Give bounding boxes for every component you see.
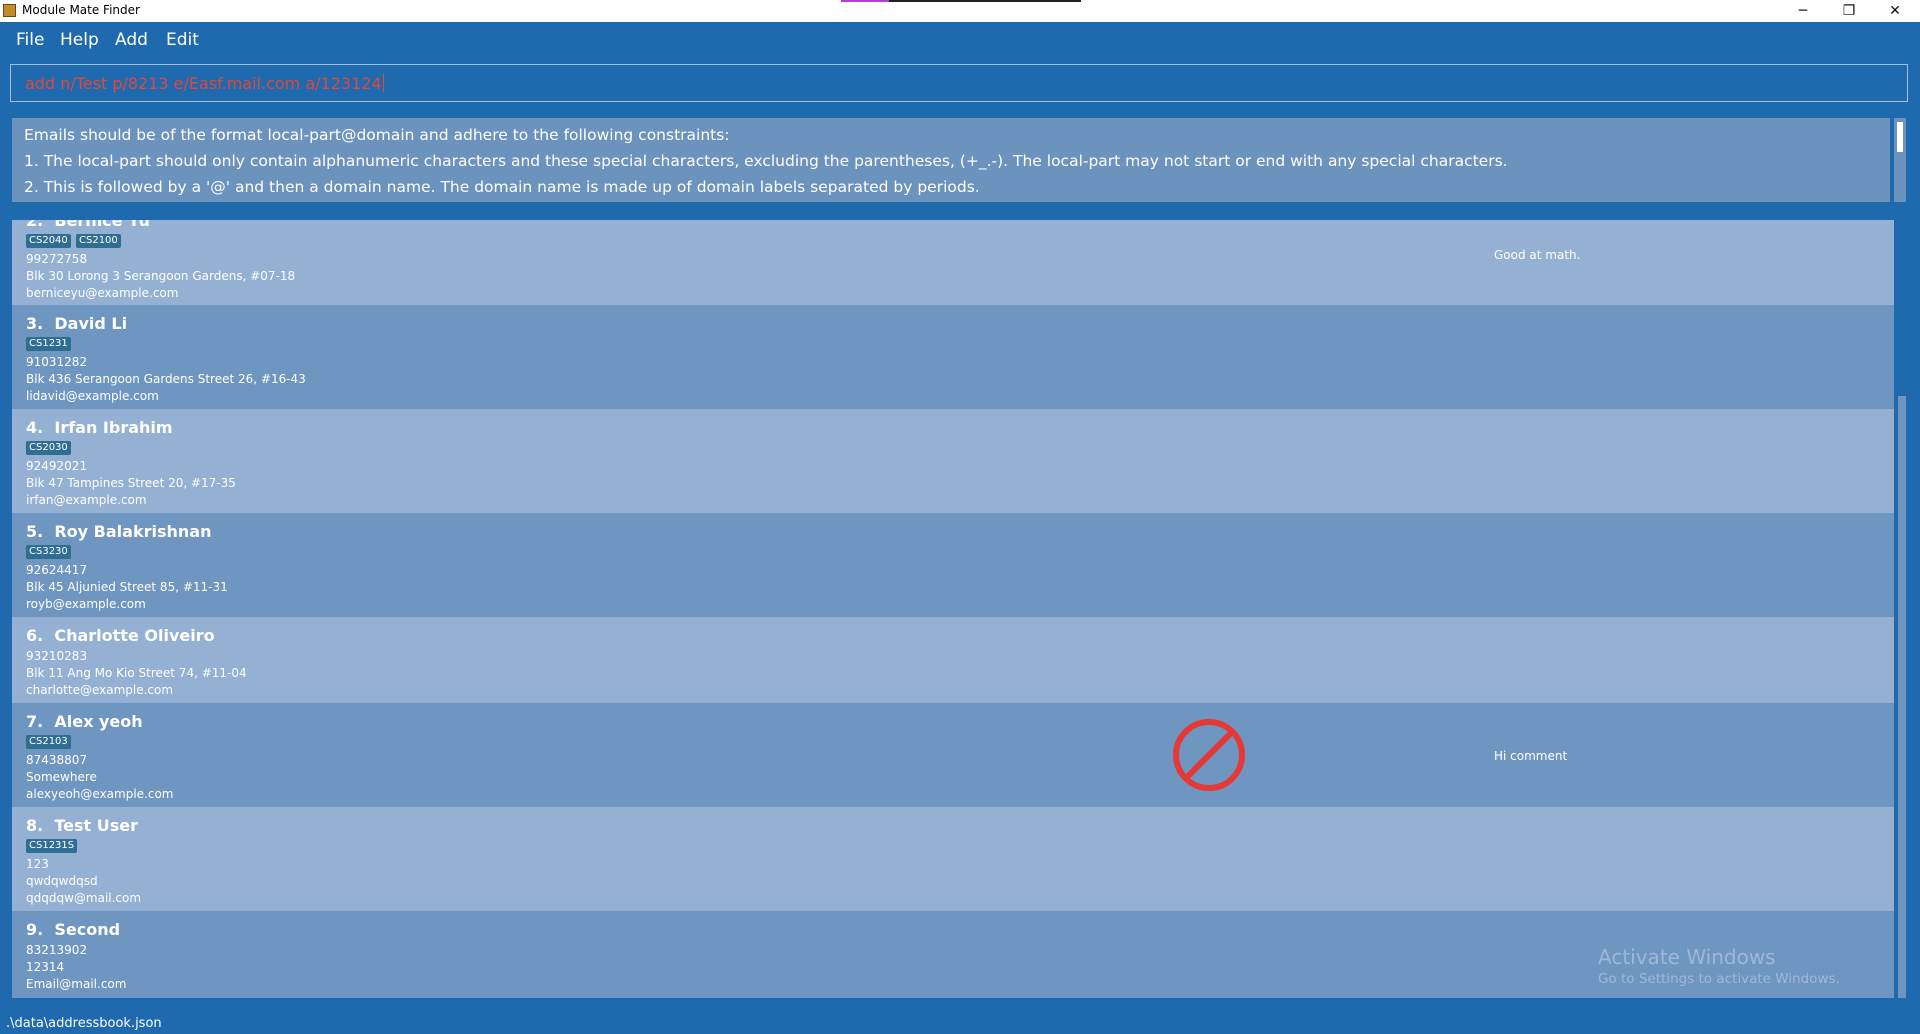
result-line: 1. The local-part should only contain al… xyxy=(24,152,1508,170)
person-phone: 92492021 xyxy=(26,459,88,473)
text-caret xyxy=(382,74,384,92)
module-tag: CS2100 xyxy=(76,234,121,248)
person-name-text: Charlotte Oliveiro xyxy=(54,626,215,645)
person-name: 3. David Li xyxy=(26,314,127,333)
focus-accent xyxy=(841,0,889,2)
person-phone: 87438807 xyxy=(26,753,88,767)
person-name-text: Second xyxy=(54,920,121,939)
person-card[interactable]: 3. David Li CS1231 91031282 Blk 436 Sera… xyxy=(12,305,1894,409)
menu-help[interactable]: Help xyxy=(60,30,99,50)
person-name-text: David Li xyxy=(54,314,128,333)
data-file-path: .\data\addressbook.json xyxy=(6,1016,162,1031)
person-phone: 93210283 xyxy=(26,649,88,663)
person-card[interactable]: 5. Roy Balakrishnan CS3230 92624417 Blk … xyxy=(12,513,1894,617)
command-value: add n/Test p/8213 e/Easf.mail.com a/1231… xyxy=(25,74,382,93)
result-line: 2. This is followed by a '@' and then a … xyxy=(24,178,980,196)
person-address: Blk 436 Serangoon Gardens Street 26, #16… xyxy=(26,372,306,386)
result-line: Emails should be of the format local-par… xyxy=(24,126,730,144)
person-phone: 83213902 xyxy=(26,943,88,957)
result-display: Emails should be of the format local-par… xyxy=(12,118,1890,202)
window-title: Module Mate Finder xyxy=(22,3,140,17)
minimize-button[interactable]: ─ xyxy=(1780,0,1826,22)
command-text: add n/Test p/8213 e/Easf.mail.com a/1231… xyxy=(25,74,384,93)
person-phone: 91031282 xyxy=(26,355,88,369)
person-card[interactable]: 4. Irfan Ibrahim CS2030 92492021 Blk 47 … xyxy=(12,409,1894,513)
minimize-icon: ─ xyxy=(1798,3,1808,19)
person-name-text: Test User xyxy=(54,816,138,835)
module-tag: CS2103 xyxy=(26,735,71,749)
person-name: 6. Charlotte Oliveiro xyxy=(26,626,215,645)
person-index: 3. xyxy=(26,314,44,333)
person-name-text: Bernice Yu xyxy=(54,220,150,230)
title-bar: Module Mate Finder ─ ❐ ✕ xyxy=(0,0,1920,22)
person-email: Email@mail.com xyxy=(26,977,127,991)
person-phone: 92624417 xyxy=(26,563,88,577)
menu-add[interactable]: Add xyxy=(115,30,148,50)
result-scrollbar[interactable] xyxy=(1894,118,1906,202)
person-name-text: Alex yeoh xyxy=(54,712,143,731)
person-address: qwdqwdqsd xyxy=(26,874,98,888)
person-list: 2. Bernice Yu CS2040 CS2100 99272758 Blk… xyxy=(12,220,1894,998)
maximize-button[interactable]: ❐ xyxy=(1826,0,1872,22)
person-address: Blk 47 Tampines Street 20, #17-35 xyxy=(26,476,236,490)
menu-file[interactable]: File xyxy=(16,30,44,50)
person-email: lidavid@example.com xyxy=(26,389,159,403)
module-tag: CS1231 xyxy=(26,337,71,351)
person-phone: 99272758 xyxy=(26,252,88,266)
person-address: Blk 11 Ang Mo Kio Street 74, #11-04 xyxy=(26,666,247,680)
restore-icon: ❐ xyxy=(1842,3,1856,19)
person-name-text: Irfan Ibrahim xyxy=(54,418,173,437)
person-comment: Good at math. xyxy=(1494,248,1581,262)
module-tag: CS2040 xyxy=(26,234,71,248)
scroll-thumb[interactable] xyxy=(1897,122,1903,152)
person-index: 7. xyxy=(26,712,44,731)
person-card[interactable]: 8. Test User CS1231S 123 qwdqwdqsd qdqdq… xyxy=(12,807,1894,911)
status-bar: .\data\addressbook.json xyxy=(0,1012,1920,1034)
person-index: 4. xyxy=(26,418,44,437)
module-tag: CS1231S xyxy=(26,839,78,853)
person-index: 2. xyxy=(26,220,44,230)
activation-watermark-subtitle: Go to Settings to activate Windows. xyxy=(1598,971,1840,987)
person-name: 4. Irfan Ibrahim xyxy=(26,418,173,437)
person-name: 9. Second xyxy=(26,920,120,939)
command-input[interactable]: add n/Test p/8213 e/Easf.mail.com a/1231… xyxy=(10,64,1908,102)
list-scrollbar[interactable] xyxy=(1896,220,1908,998)
person-email: berniceyu@example.com xyxy=(26,286,179,300)
module-tag: CS3230 xyxy=(26,545,71,559)
person-index: 9. xyxy=(26,920,44,939)
person-comment: Hi comment xyxy=(1494,749,1568,763)
close-icon: ✕ xyxy=(1889,3,1901,19)
person-email: charlotte@example.com xyxy=(26,683,174,697)
person-email: irfan@example.com xyxy=(26,493,147,507)
no-entry-cursor-icon xyxy=(1173,719,1245,791)
scroll-thumb[interactable] xyxy=(1898,396,1906,998)
person-name-text: Roy Balakrishnan xyxy=(54,522,212,541)
module-tag: CS2030 xyxy=(26,441,71,455)
app-icon xyxy=(3,4,16,17)
person-index: 5. xyxy=(26,522,44,541)
person-index: 8. xyxy=(26,816,44,835)
person-email: alexyeoh@example.com xyxy=(26,787,174,801)
person-address: 12314 xyxy=(26,960,65,974)
person-name: 8. Test User xyxy=(26,816,138,835)
person-index: 6. xyxy=(26,626,44,645)
taskbar-focus-indicator xyxy=(841,0,1081,2)
person-address: Blk 45 Aljunied Street 85, #11-31 xyxy=(26,580,228,594)
close-button[interactable]: ✕ xyxy=(1872,0,1918,22)
person-address: Somewhere xyxy=(26,770,97,784)
person-name: 2. Bernice Yu xyxy=(26,220,150,230)
person-name: 7. Alex yeoh xyxy=(26,712,143,731)
menu-edit[interactable]: Edit xyxy=(166,30,199,50)
person-email: royb@example.com xyxy=(26,597,146,611)
person-card[interactable]: 6. Charlotte Oliveiro 93210283 Blk 11 An… xyxy=(12,617,1894,703)
activation-watermark-title: Activate Windows xyxy=(1598,945,1776,969)
menu-bar: File Help Add Edit xyxy=(0,22,1920,58)
person-address: Blk 30 Lorong 3 Serangoon Gardens, #07-1… xyxy=(26,269,296,283)
person-card[interactable]: 7. Alex yeoh CS2103 87438807 Somewhere a… xyxy=(12,703,1894,807)
person-card[interactable]: 2. Bernice Yu CS2040 CS2100 99272758 Blk… xyxy=(12,220,1894,305)
person-phone: 123 xyxy=(26,857,49,871)
person-email: qdqdqw@mail.com xyxy=(26,891,142,905)
person-name: 5. Roy Balakrishnan xyxy=(26,522,211,541)
